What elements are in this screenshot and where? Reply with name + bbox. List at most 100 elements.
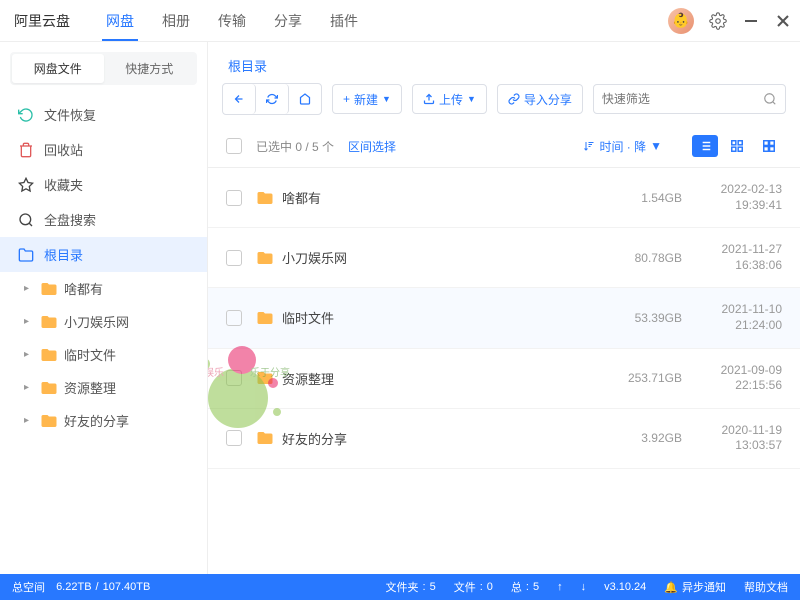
tree-item[interactable]: ▸资源整理 (0, 371, 207, 404)
folder-icon (40, 346, 58, 364)
filter-box[interactable] (593, 84, 786, 114)
chevron-right-icon: ▸ (24, 283, 34, 294)
status-help[interactable]: 帮助文档 (744, 579, 788, 595)
file-checkbox[interactable] (226, 250, 242, 266)
bell-icon: 🔔 (664, 581, 678, 594)
file-row[interactable]: 临时文件 53.39GB 2021-11-1021:24:00 (208, 288, 800, 348)
nav-tab-transfer[interactable]: 传输 (218, 1, 246, 41)
file-name: 临时文件 (256, 308, 596, 327)
upload-button[interactable]: 上传 ▼ (412, 84, 487, 114)
folder-icon (40, 379, 58, 397)
file-size: 1.54GB (610, 191, 682, 205)
status-async[interactable]: 🔔异步通知 (664, 579, 726, 595)
nav-tabs: 网盘 相册 传输 分享 插件 (106, 1, 668, 41)
file-date: 2021-11-1021:24:00 (696, 302, 782, 333)
sidebar-tabs: 网盘文件 快捷方式 (10, 52, 197, 85)
chevron-right-icon: ▸ (24, 415, 34, 426)
filter-input[interactable] (602, 92, 763, 106)
file-row[interactable]: 好友的分享 3.92GB 2020-11-1913:03:57 (208, 409, 800, 469)
sidebar-item-star[interactable]: 收藏夹 (0, 167, 207, 202)
tree-item[interactable]: ▸临时文件 (0, 338, 207, 371)
nav-tab-drive[interactable]: 网盘 (106, 1, 134, 41)
file-date: 2021-11-2716:38:06 (696, 242, 782, 273)
tree-item-label: 好友的分享 (64, 411, 129, 430)
chevron-right-icon: ▸ (24, 349, 34, 360)
sidebar-item-search[interactable]: 全盘搜索 (0, 202, 207, 237)
search-icon (763, 92, 777, 106)
sidebar-item-restore[interactable]: 文件恢复 (0, 97, 207, 132)
file-date: 2022-02-1319:39:41 (696, 182, 782, 213)
folder-icon (40, 412, 58, 430)
selection-count: 已选中 0 / 5 个 (256, 138, 334, 155)
tree-item-label: 资源整理 (64, 378, 116, 397)
status-total: 总:5 (511, 579, 539, 595)
file-row[interactable]: 小刀娱乐网 80.78GB 2021-11-2716:38:06 (208, 228, 800, 288)
sidebar-item-label: 回收站 (44, 140, 83, 159)
file-list: 小刀娱乐 乐于分享 啥都有 1.54GB 2022-02-1319:39:41 … (208, 168, 800, 574)
file-size: 3.92GB (610, 431, 682, 445)
folder-icon (256, 189, 274, 207)
file-checkbox[interactable] (226, 190, 242, 206)
range-select[interactable]: 区间选择 (348, 138, 396, 155)
sidebar-tab-shortcuts[interactable]: 快捷方式 (104, 54, 196, 83)
import-share-button[interactable]: 导入分享 (497, 84, 583, 114)
file-size: 253.71GB (610, 371, 682, 385)
chevron-right-icon: ▸ (24, 316, 34, 327)
upload-indicator-icon: ↑ (557, 581, 563, 593)
header: 阿里云盘 网盘 相册 传输 分享 插件 👶 (0, 0, 800, 42)
tree-item[interactable]: ▸啥都有 (0, 272, 207, 305)
settings-icon[interactable] (708, 11, 728, 31)
sidebar-item-label: 根目录 (44, 245, 83, 264)
app-title: 阿里云盘 (14, 11, 70, 31)
plus-icon: + (343, 92, 350, 106)
folder-icon (40, 313, 58, 331)
select-all-checkbox[interactable] (226, 138, 242, 154)
grid-view-icon[interactable] (724, 135, 750, 157)
breadcrumb[interactable]: 根目录 (208, 42, 800, 83)
close-icon[interactable] (774, 12, 792, 30)
sort-icon (583, 140, 595, 152)
header-right: 👶 (668, 8, 792, 34)
folder-icon (256, 309, 274, 327)
minimize-icon[interactable] (742, 12, 760, 30)
file-date: 2021-09-0922:15:56 (696, 363, 782, 394)
file-checkbox[interactable] (226, 310, 242, 326)
sidebar-item-trash[interactable]: 回收站 (0, 132, 207, 167)
avatar[interactable]: 👶 (668, 8, 694, 34)
home-button[interactable] (289, 84, 321, 114)
restore-icon (18, 107, 34, 123)
file-checkbox[interactable] (226, 370, 242, 386)
folder-icon (256, 249, 274, 267)
file-checkbox[interactable] (226, 430, 242, 446)
refresh-button[interactable] (256, 84, 289, 114)
nav-tab-share[interactable]: 分享 (274, 1, 302, 41)
file-row[interactable]: 资源整理 253.71GB 2021-09-0922:15:56 (208, 349, 800, 409)
folder-icon (40, 280, 58, 298)
search-icon (18, 212, 34, 228)
large-grid-icon[interactable] (756, 135, 782, 157)
nav-tab-album[interactable]: 相册 (162, 1, 190, 41)
status-version: v3.10.24 (604, 581, 646, 593)
sidebar-tab-files[interactable]: 网盘文件 (12, 54, 104, 83)
nav-button-group (222, 83, 322, 115)
upload-icon (423, 93, 435, 105)
file-name: 资源整理 (256, 369, 596, 388)
chevron-down-icon: ▼ (650, 139, 662, 153)
star-icon (18, 177, 34, 193)
file-name: 小刀娱乐网 (256, 248, 596, 267)
back-button[interactable] (223, 84, 256, 114)
toolbar: + 新建 ▼ 上传 ▼ 导入分享 (208, 83, 800, 125)
nav-tab-plugin[interactable]: 插件 (330, 1, 358, 41)
new-button[interactable]: + 新建 ▼ (332, 84, 402, 114)
tree-item[interactable]: ▸ 好友的分享 (0, 404, 207, 437)
download-indicator-icon: ↓ (581, 581, 587, 593)
sidebar-item-label: 文件恢复 (44, 105, 96, 124)
file-row[interactable]: 啥都有 1.54GB 2022-02-1319:39:41 (208, 168, 800, 228)
main: 根目录 + 新建 ▼ 上传 ▼ 导入分享 (208, 42, 800, 574)
link-icon (508, 93, 520, 105)
tree-item[interactable]: ▸小刀娱乐网 (0, 305, 207, 338)
sidebar-item-folder[interactable]: 根目录 (0, 237, 207, 272)
sidebar-item-label: 收藏夹 (44, 175, 83, 194)
sort-control[interactable]: 时间 · 降 ▼ (583, 138, 662, 155)
list-view-icon[interactable] (692, 135, 718, 157)
